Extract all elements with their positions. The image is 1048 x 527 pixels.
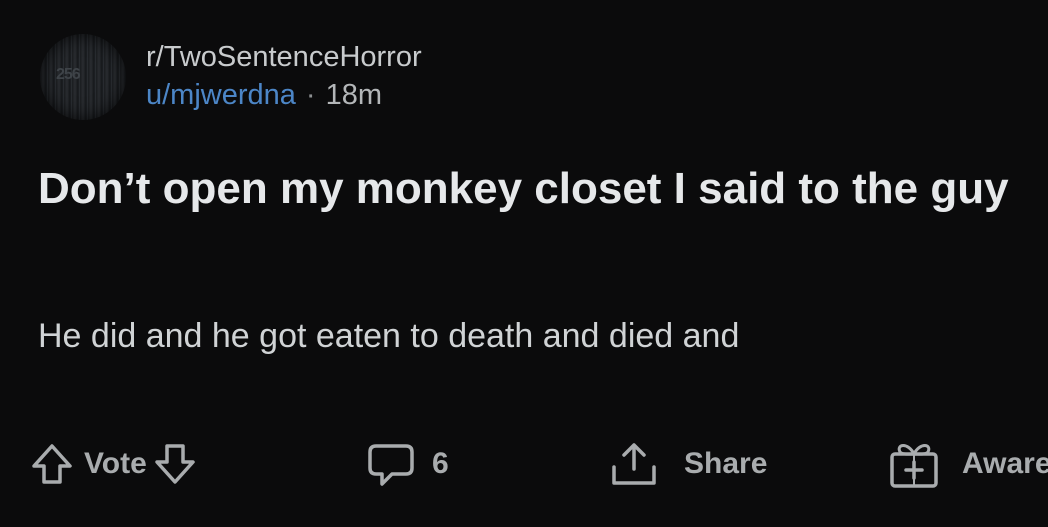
post-card: 256 r/TwoSentenceHorror u/mjwerdna · 18m… [0, 0, 1048, 527]
username-link[interactable]: u/mjwerdna [146, 76, 296, 114]
post-title[interactable]: Don’t open my monkey closet I said to th… [38, 160, 1038, 218]
post-time: 18m [325, 79, 382, 111]
meta-separator: · [305, 79, 316, 111]
award-label: Aware [962, 447, 1048, 480]
subreddit-link[interactable]: r/TwoSentenceHorror [146, 38, 422, 76]
avatar-label: 256 [56, 66, 81, 83]
comments-button[interactable]: 6 [366, 434, 449, 494]
comment-bubble-icon [366, 440, 416, 488]
award-gift-icon [888, 438, 940, 490]
post-meta: r/TwoSentenceHorror u/mjwerdna · 18m [146, 34, 422, 114]
share-button[interactable]: Share [608, 434, 767, 494]
post-body: He did and he got eaten to death and die… [38, 317, 740, 355]
author-line: u/mjwerdna · 18m [146, 76, 422, 114]
downvote-arrow-icon[interactable] [153, 442, 197, 486]
subreddit-avatar[interactable]: 256 [40, 34, 126, 120]
share-label: Share [684, 447, 768, 480]
post-header: 256 r/TwoSentenceHorror u/mjwerdna · 18m [40, 34, 422, 124]
upvote-arrow-icon[interactable] [30, 442, 74, 486]
vote-label: Vote [84, 447, 147, 480]
share-icon [608, 439, 660, 489]
award-button[interactable]: Aware [888, 434, 1048, 494]
post-actions-bar: Vote 6 Share Aware [30, 434, 1048, 494]
vote-group: Vote [30, 434, 197, 494]
comment-count: 6 [432, 447, 449, 480]
